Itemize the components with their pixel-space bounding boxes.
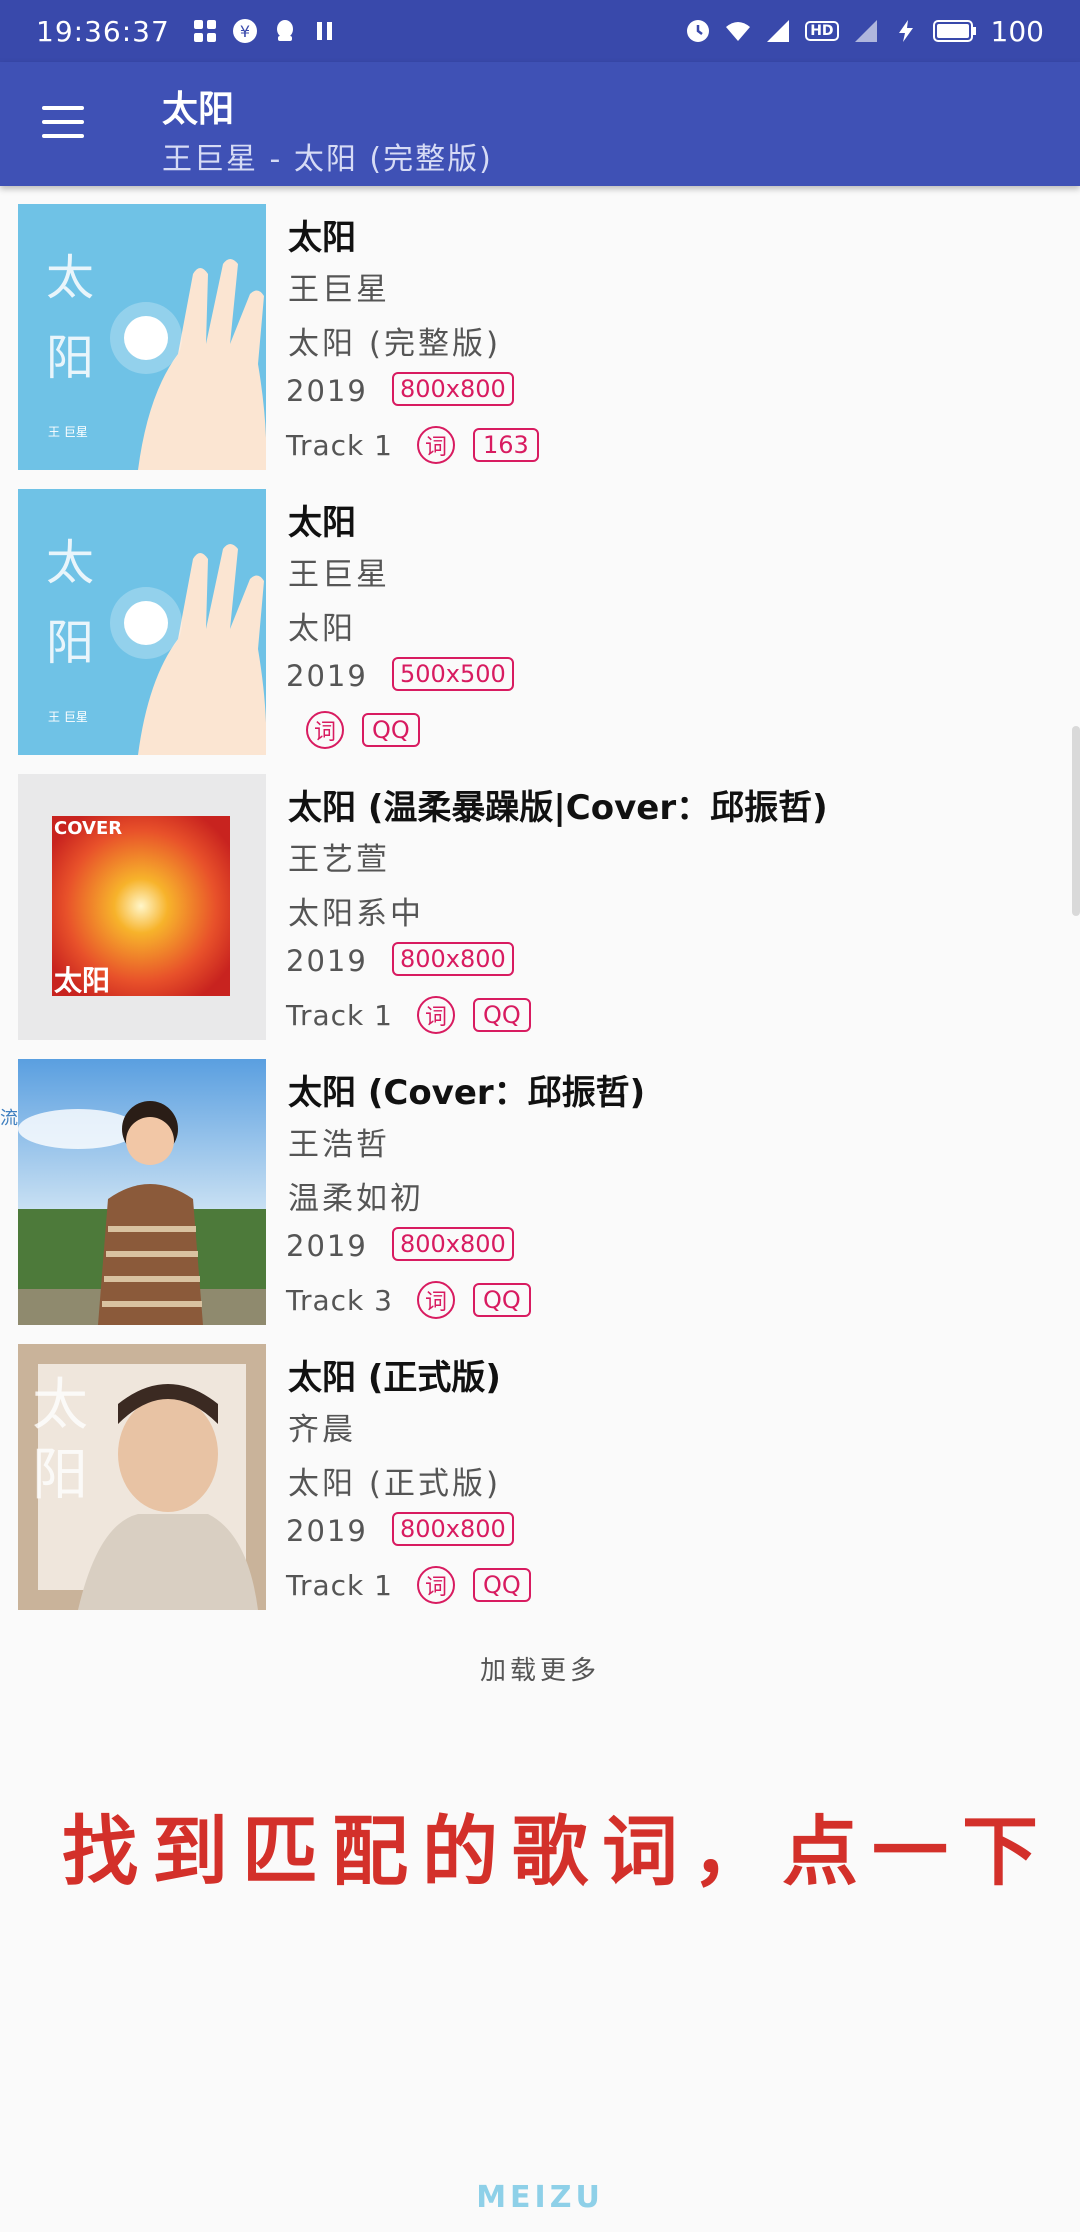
album-cover: 太 阳 王 巨星: [18, 489, 266, 755]
svg-text:阳: 阳: [46, 615, 94, 671]
source-badge[interactable]: QQ: [472, 1283, 531, 1317]
song-year: 2019: [286, 1229, 368, 1263]
app-grid-icon: [193, 20, 216, 42]
song-artist: 王巨星: [288, 557, 390, 593]
track-number: Track 1: [286, 428, 393, 462]
payment-icon: ¥: [232, 19, 257, 43]
song-title: 太阳 (Cover：邱振哲): [288, 1073, 646, 1113]
load-more-button[interactable]: 加载更多: [0, 1650, 1080, 1687]
svg-text:COVER: COVER: [54, 818, 122, 839]
album-cover: 太 阳 王 巨星: [18, 204, 266, 470]
result-item[interactable]: 太 阳 太阳 (正式版) 齐晨 太阳 (正式版) 2019 800x800 Tr…: [0, 1344, 1080, 1629]
alarm-icon: [687, 20, 710, 42]
album-cover: 太 阳: [18, 1344, 266, 1610]
source-badge[interactable]: QQ: [472, 998, 531, 1032]
album-cover: [18, 1059, 266, 1325]
svg-text:阳: 阳: [46, 330, 94, 386]
song-artist: 王浩哲: [288, 1127, 390, 1163]
cover-size-badge: 800x800: [392, 1512, 514, 1546]
result-item[interactable]: 太阳 (Cover：邱振哲) 王浩哲 温柔如初 2019 800x800 Tra…: [0, 1059, 1080, 1344]
song-album: 太阳系中: [288, 896, 424, 932]
scrollbar[interactable]: [1072, 726, 1080, 916]
track-row: Track 1 词 163: [286, 426, 539, 464]
status-bar: 19:36:37 ¥ HD 100: [0, 0, 1080, 62]
song-artist: 王巨星: [288, 272, 390, 308]
status-time: 19:36:37: [36, 14, 170, 48]
song-title: 太阳: [288, 503, 356, 543]
album-cover: COVER 太阳: [18, 774, 266, 1040]
result-item[interactable]: 太 阳 王 巨星 太阳 王巨星 太阳 2019 500x500 词 QQ: [0, 489, 1080, 774]
menu-icon[interactable]: [42, 106, 84, 138]
edge-marker: 流: [0, 1108, 18, 1129]
lyrics-badge[interactable]: 词: [416, 426, 455, 464]
song-artist: 齐晨: [288, 1412, 356, 1448]
wifi-icon: [726, 22, 751, 41]
svg-text:王 巨星: 王 巨星: [48, 425, 88, 439]
track-number: Track 1: [286, 998, 393, 1032]
cover-size-badge: 500x500: [392, 657, 514, 691]
status-right: HD 100: [685, 15, 1044, 48]
song-album: 太阳 (完整版): [288, 326, 502, 362]
song-album: 太阳: [288, 611, 356, 647]
source-badge[interactable]: QQ: [362, 713, 420, 747]
svg-text:太: 太: [32, 1373, 88, 1438]
status-left: 19:36:37 ¥: [36, 15, 338, 48]
song-year: 2019: [286, 1514, 368, 1548]
result-item[interactable]: 太 阳 王 巨星 太阳 王巨星 太阳 (完整版) 2019 800x800 Tr…: [0, 204, 1080, 489]
svg-text:太: 太: [46, 535, 94, 591]
qq-icon: [276, 20, 293, 41]
lyrics-badge[interactable]: 词: [306, 711, 344, 749]
song-title: 太阳 (温柔暴躁版|Cover：邱振哲): [288, 788, 828, 828]
pause-icon: [316, 22, 332, 40]
page-subtitle: 王巨星 - 太阳 (完整版): [162, 142, 493, 177]
svg-text:¥: ¥: [240, 22, 250, 41]
cover-size-badge: 800x800: [392, 942, 514, 976]
battery-icon: [932, 20, 976, 42]
svg-text:王 巨星: 王 巨星: [48, 710, 88, 724]
track-row: Track 1 词 QQ: [286, 996, 531, 1034]
track-number: Track 3: [286, 1283, 393, 1317]
brand-logo: MEIZU: [476, 2180, 604, 2215]
song-title: 太阳: [288, 218, 356, 258]
track-row: Track 1 词 QQ: [286, 1566, 531, 1604]
lyrics-result-list: 太 阳 王 巨星 太阳 王巨星 太阳 (完整版) 2019 800x800 Tr…: [0, 204, 1080, 1629]
cover-size-badge: 800x800: [392, 1227, 514, 1261]
app-bar: 太阳 王巨星 - 太阳 (完整版): [0, 62, 1080, 186]
charging-icon: [898, 20, 913, 42]
battery-level: 100: [990, 14, 1044, 48]
song-album: 温柔如初: [288, 1181, 424, 1217]
track-number: Track 1: [286, 1568, 393, 1602]
lyrics-badge[interactable]: 词: [416, 1566, 455, 1604]
song-title: 太阳 (正式版): [288, 1358, 501, 1398]
song-artist: 王艺萱: [288, 842, 390, 878]
song-year: 2019: [286, 374, 368, 408]
song-year: 2019: [286, 659, 368, 693]
page-title: 太阳: [162, 89, 235, 130]
annotation-text: 找到匹配的歌词，点一下: [62, 1807, 1052, 1896]
source-badge[interactable]: QQ: [472, 1568, 531, 1602]
signal-icon: [854, 20, 877, 42]
signal-4g-icon: [767, 20, 790, 42]
hd-badge: HD: [805, 21, 839, 41]
track-row: 词 QQ: [306, 711, 420, 749]
source-badge[interactable]: 163: [472, 428, 539, 462]
result-item[interactable]: COVER 太阳 太阳 (温柔暴躁版|Cover：邱振哲) 王艺萱 太阳系中 2…: [0, 774, 1080, 1059]
song-album: 太阳 (正式版): [288, 1466, 502, 1502]
song-year: 2019: [286, 944, 368, 978]
svg-text:阳: 阳: [32, 1443, 88, 1508]
svg-text:太: 太: [46, 250, 94, 306]
svg-text:太阳: 太阳: [54, 964, 110, 997]
cover-size-badge: 800x800: [392, 372, 514, 406]
lyrics-badge[interactable]: 词: [416, 996, 455, 1034]
track-row: Track 3 词 QQ: [286, 1281, 531, 1319]
lyrics-badge[interactable]: 词: [416, 1281, 455, 1319]
